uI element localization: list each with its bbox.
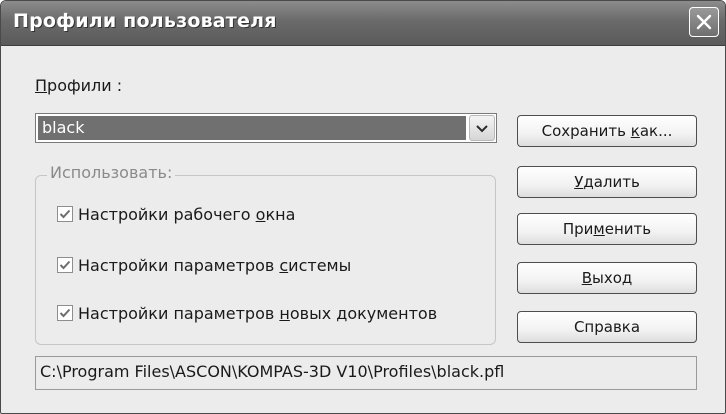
exit-button[interactable]: Выход — [517, 262, 697, 294]
option-system-settings[interactable]: Настройки параметров системы — [57, 254, 351, 276]
checkmark-icon — [59, 209, 71, 219]
profile-select[interactable]: black — [35, 113, 497, 143]
option-window-settings[interactable]: Настройки рабочего окна — [57, 203, 295, 225]
checkmark-icon — [59, 260, 71, 270]
profile-dropdown-button[interactable] — [469, 115, 495, 141]
profile-select-value: black — [38, 116, 466, 140]
close-icon — [696, 14, 712, 30]
option-new-docs-settings[interactable]: Настройки параметров новых документов — [57, 302, 437, 324]
profile-path-field: C:\Program Files\ASCON\KOMPAS-3D V10\Pro… — [35, 356, 697, 390]
window-title: Профили пользователя — [13, 10, 277, 32]
close-button[interactable] — [689, 7, 719, 37]
title-bar[interactable]: Профили пользователя — [1, 1, 725, 46]
apply-button[interactable]: Применить — [517, 213, 697, 245]
system-settings-label: Настройки параметров системы — [78, 255, 352, 275]
profiles-label-mnemonic: П — [35, 76, 48, 95]
profiles-label: Профили : — [35, 76, 122, 95]
checkmark-icon — [59, 308, 71, 318]
help-button[interactable]: Справка — [517, 311, 697, 343]
window-settings-label: Настройки рабочего окна — [78, 204, 296, 224]
delete-button[interactable]: Удалить — [517, 166, 697, 198]
system-settings-checkbox[interactable] — [57, 257, 73, 273]
profiles-dialog: Профили пользователя Профили : black Исп… — [0, 0, 726, 414]
save-as-button[interactable]: Сохранить как... — [517, 115, 697, 147]
window-settings-checkbox[interactable] — [57, 206, 73, 222]
use-group-legend: Использовать: — [47, 163, 176, 182]
chevron-down-icon — [476, 125, 488, 133]
new-docs-settings-checkbox[interactable] — [57, 305, 73, 321]
profiles-label-rest: рофили : — [47, 76, 123, 95]
new-docs-settings-label: Настройки параметров новых документов — [78, 303, 438, 323]
